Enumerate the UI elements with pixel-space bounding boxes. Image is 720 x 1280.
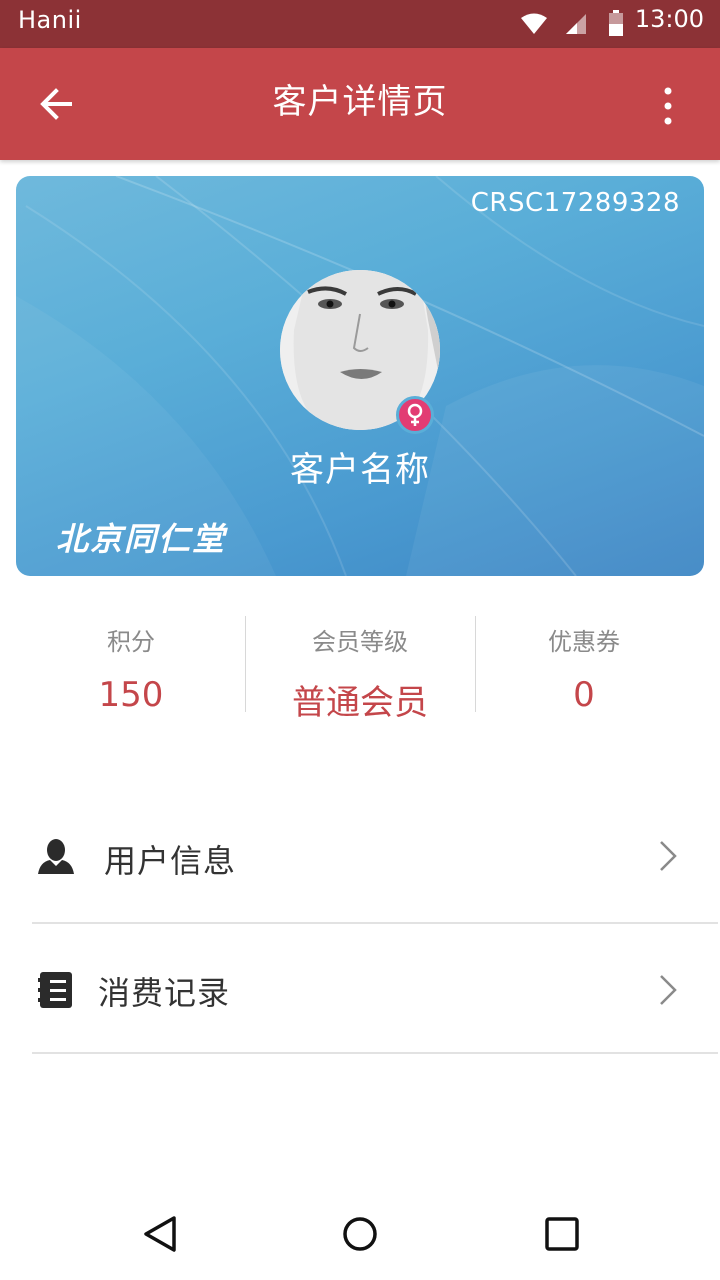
status-bar: Hanii 13:00: [0, 0, 720, 48]
app-bar: 客户详情页: [0, 48, 720, 160]
menu-item-user-info[interactable]: 用户信息: [32, 792, 718, 922]
stats-row: 积分 150 会员等级 普通会员 优惠券 0: [0, 612, 720, 723]
stat-member-level[interactable]: 会员等级 普通会员: [245, 612, 475, 723]
customer-name: 客户名称: [290, 450, 430, 490]
nav-recents-icon[interactable]: [542, 1214, 582, 1254]
menu-label: 用户信息: [104, 842, 237, 880]
stat-value: 0: [573, 675, 595, 715]
user-icon: [38, 839, 74, 874]
menu-item-purchase-records[interactable]: 消费记录: [32, 924, 718, 1054]
cellular-signal-icon: [566, 14, 586, 34]
stat-value: 150: [98, 675, 164, 715]
page-title: 客户详情页: [272, 82, 448, 122]
nav-home-icon[interactable]: [340, 1214, 380, 1254]
stat-label: 优惠券: [548, 628, 620, 656]
battery-icon: [609, 10, 623, 36]
more-options-icon[interactable]: [660, 86, 676, 126]
system-navigation-bar: [0, 1184, 720, 1280]
stat-points[interactable]: 积分 150: [16, 612, 246, 715]
wifi-icon: [521, 13, 547, 34]
status-time: 13:00: [634, 5, 704, 33]
menu-label: 消费记录: [98, 974, 231, 1012]
stat-value: 普通会员: [292, 683, 428, 723]
nav-back-icon[interactable]: [140, 1214, 180, 1254]
chevron-right-icon: [660, 975, 677, 1005]
stat-label: 会员等级: [312, 628, 408, 656]
member-card: CRSC17289328 客户名称 北京同仁堂: [16, 176, 704, 576]
stat-coupons[interactable]: 优惠券 0: [469, 612, 699, 715]
female-symbol-icon: [407, 403, 423, 426]
chevron-right-icon: [660, 841, 677, 871]
receipt-icon: [38, 972, 72, 1008]
brand-logo-text: 北京同仁堂: [56, 520, 227, 558]
member-number: CRSC17289328: [470, 188, 680, 218]
divider: [32, 1052, 718, 1054]
female-badge: [396, 396, 434, 434]
stat-label: 积分: [107, 628, 155, 656]
carrier-name: Hanii: [18, 6, 82, 34]
